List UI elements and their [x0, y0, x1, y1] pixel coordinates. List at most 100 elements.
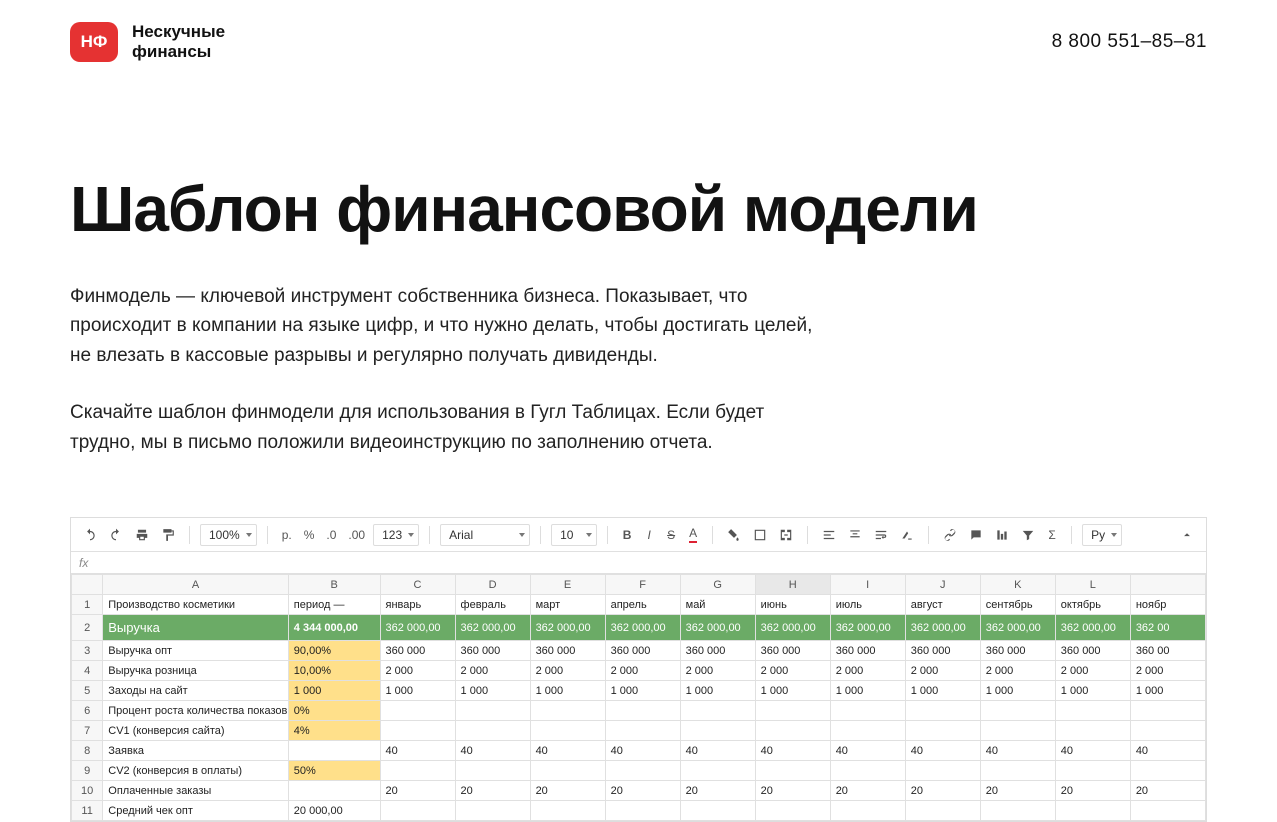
cell[interactable] [455, 801, 530, 821]
h-align-icon[interactable] [818, 524, 840, 546]
font-dropdown[interactable]: Arial [440, 524, 530, 546]
cell[interactable]: 362 000,00 [1055, 615, 1130, 641]
cell[interactable] [1055, 801, 1130, 821]
currency-format[interactable]: р. [278, 524, 296, 546]
cell[interactable]: 40 [980, 741, 1055, 761]
cell[interactable] [680, 801, 755, 821]
cell[interactable] [755, 801, 830, 821]
row-number[interactable]: 2 [72, 615, 103, 641]
cell[interactable]: 360 000 [455, 641, 530, 661]
cell[interactable]: январь [380, 595, 455, 615]
cell[interactable] [605, 761, 680, 781]
row-number[interactable]: 4 [72, 661, 103, 681]
functions-icon[interactable]: Σ [1043, 524, 1061, 546]
percent-format[interactable]: % [300, 524, 319, 546]
cell[interactable] [980, 701, 1055, 721]
cell[interactable] [755, 721, 830, 741]
cell[interactable]: 1 000 [530, 681, 605, 701]
borders-icon[interactable] [749, 524, 771, 546]
cell[interactable]: Производство косметики [103, 595, 289, 615]
cell[interactable]: 360 000 [680, 641, 755, 661]
cell[interactable]: 20 [980, 781, 1055, 801]
paint-format-icon[interactable] [157, 524, 179, 546]
cell[interactable]: 362 000,00 [530, 615, 605, 641]
cell[interactable]: 1 000 [455, 681, 530, 701]
filter-icon[interactable] [1017, 524, 1039, 546]
collapse-toolbar-icon[interactable] [1176, 524, 1198, 546]
cell[interactable]: Процент роста количества показов [103, 701, 289, 721]
cell[interactable]: март [530, 595, 605, 615]
bold-icon[interactable]: B [618, 524, 636, 546]
column-header-I[interactable]: I [830, 575, 905, 595]
column-header[interactable] [1130, 575, 1205, 595]
cell[interactable] [1055, 721, 1130, 741]
column-header-D[interactable]: D [455, 575, 530, 595]
cell[interactable] [1055, 701, 1130, 721]
cell[interactable]: июль [830, 595, 905, 615]
increase-decimal[interactable]: .00 [344, 524, 369, 546]
cell[interactable]: 1 000 [905, 681, 980, 701]
cell[interactable] [755, 701, 830, 721]
chart-icon[interactable] [991, 524, 1013, 546]
row-number[interactable]: 6 [72, 701, 103, 721]
cell[interactable] [605, 721, 680, 741]
cell[interactable]: 360 000 [530, 641, 605, 661]
cell[interactable] [830, 801, 905, 821]
cell[interactable]: 362 00 [1130, 615, 1205, 641]
fill-color-icon[interactable] [723, 524, 745, 546]
row-number[interactable]: 5 [72, 681, 103, 701]
zoom-dropdown[interactable]: 100% [200, 524, 257, 546]
cell[interactable] [980, 801, 1055, 821]
cell[interactable]: ноябр [1130, 595, 1205, 615]
cell[interactable]: 1 000 [1055, 681, 1130, 701]
cell[interactable]: 2 000 [830, 661, 905, 681]
cell[interactable]: CV1 (конверсия сайта) [103, 721, 289, 741]
column-header-H[interactable]: H [755, 575, 830, 595]
cell[interactable]: 40 [905, 741, 980, 761]
cell[interactable]: 2 000 [530, 661, 605, 681]
cell[interactable] [1130, 761, 1205, 781]
cell[interactable]: 4% [288, 721, 380, 741]
v-align-icon[interactable] [844, 524, 866, 546]
number-format-dropdown[interactable]: 123 [373, 524, 419, 546]
cell[interactable]: 360 000 [605, 641, 680, 661]
cell[interactable]: 0% [288, 701, 380, 721]
cell[interactable]: 1 000 [288, 681, 380, 701]
cell[interactable]: Оплаченные заказы [103, 781, 289, 801]
cell[interactable] [605, 701, 680, 721]
row-number[interactable]: 3 [72, 641, 103, 661]
cell[interactable]: 362 000,00 [905, 615, 980, 641]
cell[interactable] [605, 801, 680, 821]
cell[interactable]: 50% [288, 761, 380, 781]
brand[interactable]: НФ Нескучные финансы [70, 22, 225, 62]
cell[interactable]: период — [288, 595, 380, 615]
cell[interactable] [680, 701, 755, 721]
undo-icon[interactable] [79, 524, 101, 546]
cell[interactable]: 1 000 [605, 681, 680, 701]
cell[interactable]: 1 000 [980, 681, 1055, 701]
cell[interactable]: 20 [680, 781, 755, 801]
cell[interactable]: 2 000 [380, 661, 455, 681]
row-number[interactable]: 10 [72, 781, 103, 801]
cell[interactable]: август [905, 595, 980, 615]
cell[interactable] [455, 701, 530, 721]
cell[interactable]: Выручка розница [103, 661, 289, 681]
cell[interactable]: апрель [605, 595, 680, 615]
column-header-B[interactable]: B [288, 575, 380, 595]
font-size-dropdown[interactable]: 10 [551, 524, 597, 546]
row-number[interactable]: 11 [72, 801, 103, 821]
cell[interactable]: 40 [1130, 741, 1205, 761]
column-header-C[interactable]: C [380, 575, 455, 595]
cell[interactable]: 360 000 [380, 641, 455, 661]
cell[interactable]: Выручка [103, 615, 289, 641]
column-header-F[interactable]: F [605, 575, 680, 595]
cell[interactable]: 1 000 [380, 681, 455, 701]
decrease-decimal[interactable]: .0 [322, 524, 340, 546]
italic-icon[interactable]: I [640, 524, 658, 546]
cell[interactable]: 40 [455, 741, 530, 761]
cell[interactable]: 2 000 [755, 661, 830, 681]
select-all-corner[interactable] [72, 575, 103, 595]
column-header-L[interactable]: L [1055, 575, 1130, 595]
link-icon[interactable] [939, 524, 961, 546]
cell[interactable] [530, 701, 605, 721]
